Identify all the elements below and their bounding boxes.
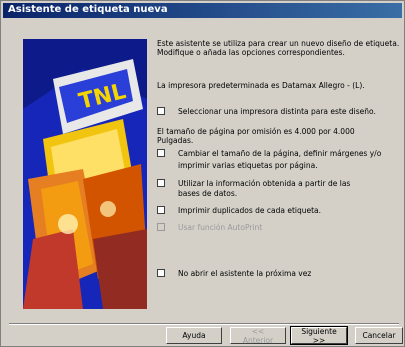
intro-line-1: Este asistente se utiliza para crear un …: [157, 39, 400, 48]
database-checkbox[interactable]: [157, 179, 165, 187]
change-size-checkbox[interactable]: [157, 149, 165, 157]
duplicates-checkbox[interactable]: [157, 206, 165, 214]
labeler-printer-illustration: TNL: [23, 39, 147, 309]
autoprint-checkbox: [157, 223, 165, 231]
change-size-label-2[interactable]: imprimir varias etiquetas por página.: [178, 161, 318, 170]
select-printer-label[interactable]: Seleccionar una impresora distinta para …: [178, 107, 376, 116]
window-title: Asistente de etiqueta nueva: [8, 4, 168, 15]
database-label-2[interactable]: bases de datos.: [178, 189, 237, 198]
banner-art: TNL: [23, 39, 147, 309]
dont-open-label[interactable]: No abrir el asistente la próxima vez: [178, 269, 311, 278]
duplicates-label[interactable]: Imprimir duplicados de cada etiqueta.: [178, 206, 321, 215]
page-size-line-1: El tamaño de página por omisión es 4.000…: [157, 127, 355, 136]
title-bar[interactable]: Asistente de etiqueta nueva: [3, 3, 402, 18]
database-label-1[interactable]: Utilizar la información obtenida a parti…: [178, 179, 350, 188]
autoprint-label: Usar función AutoPrint: [178, 223, 263, 232]
cancel-button[interactable]: Cancelar: [355, 327, 403, 344]
intro-line-2: Modifique o añada las opciones correspon…: [157, 48, 345, 57]
next-button[interactable]: Siguiente >>: [290, 326, 348, 345]
wizard-window: Asistente de etiqueta nueva TNL Este asi…: [0, 0, 405, 347]
select-printer-checkbox[interactable]: [157, 107, 165, 115]
back-button: << Anterior: [230, 327, 286, 345]
dont-open-checkbox[interactable]: [157, 269, 165, 277]
button-separator: [9, 323, 399, 325]
page-size-line-2: Pulgadas.: [157, 136, 194, 145]
help-button[interactable]: Ayuda: [166, 327, 222, 344]
default-printer-text: La impresora predeterminada es Datamax A…: [157, 81, 365, 90]
change-size-label-1[interactable]: Cambiar el tamaño de la página, definir …: [178, 149, 381, 158]
